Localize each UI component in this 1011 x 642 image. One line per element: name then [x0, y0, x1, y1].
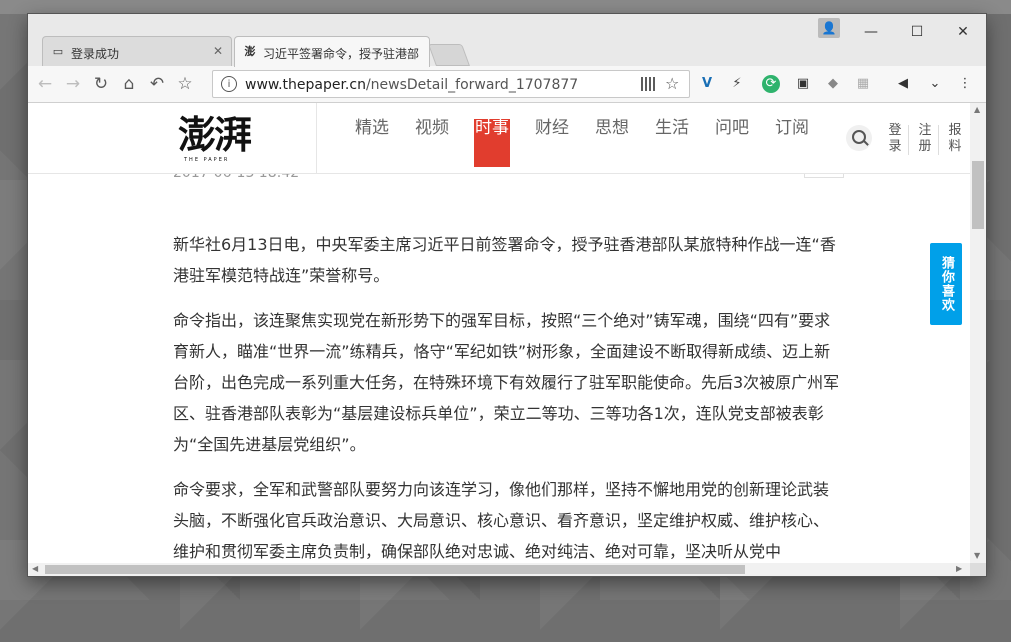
register-link[interactable]: 注册	[918, 123, 932, 155]
article-paragraph: 命令指出，该连聚焦实现党在新形势下的强军目标，按照“三个绝对”铸军魂，围绕“四有…	[173, 311, 840, 454]
browser-window: ▭ 登录成功 ✕ 澎 习近平签署命令，授予驻港部 👤 — ☐ ✕ ← → ↻ ⌂…	[28, 14, 986, 576]
nav-sixiang[interactable]: 思想	[594, 119, 630, 167]
menu-kebab-icon[interactable]: ⋮	[956, 75, 974, 93]
site-header: 澎湃 THE PAPER 精选 视频 时事 财经 思想 生活 问吧 订阅 登录 …	[28, 103, 970, 174]
nav-caijing[interactable]: 财经	[534, 119, 570, 167]
horizontal-scrollbar[interactable]: ◀ ▶	[28, 563, 970, 576]
scroll-right-icon[interactable]: ▶	[956, 564, 962, 573]
close-window-icon[interactable]: ✕	[940, 20, 986, 44]
url-path: /newsDetail_forward_1707877	[365, 77, 579, 93]
address-bar[interactable]: i www.thepaper.cn/newsDetail_forward_170…	[212, 70, 690, 98]
url-text[interactable]: www.thepaper.cn/newsDetail_forward_17078…	[245, 77, 578, 93]
extension-badge-icon[interactable]: ▣	[794, 75, 812, 93]
bookmark-star-icon[interactable]: ☆	[174, 73, 196, 95]
scroll-up-icon[interactable]: ▲	[974, 105, 980, 114]
tab-label: 习近平签署命令，授予驻港部	[263, 47, 420, 61]
page-icon: ▭	[52, 45, 64, 58]
article-paragraph: 新华社6月13日电，中央军委主席习近平日前签署命令，授予驻香港部队某旅特种作战一…	[173, 235, 836, 285]
article-paragraph: 命令要求，全军和武警部队要努力向该连学习，像他们那样，坚持不懈地用党的创新理论武…	[173, 480, 830, 561]
tab-article[interactable]: 澎 习近平签署命令，授予驻港部	[234, 36, 430, 67]
nav-shenghuo[interactable]: 生活	[654, 119, 690, 167]
scroll-left-icon[interactable]: ◀	[32, 564, 38, 573]
home-icon[interactable]: ⌂	[118, 73, 140, 95]
extension-v-icon[interactable]: V	[698, 75, 716, 93]
scroll-corner	[970, 563, 986, 576]
tab-close-icon[interactable]: ✕	[213, 44, 223, 58]
horizontal-scroll-thumb[interactable]	[45, 565, 745, 574]
back-icon[interactable]: ←	[34, 73, 56, 95]
article-body: 新华社6月13日电，中央军委主席习近平日前签署命令，授予驻香港部队某旅特种作战一…	[173, 229, 841, 563]
guess-you-like-tab[interactable]: 猜你喜欢	[930, 243, 962, 325]
nav-wenba[interactable]: 问吧	[714, 119, 750, 167]
new-tab-button[interactable]	[427, 44, 471, 66]
vertical-scrollbar[interactable]: ▲ ▼	[970, 103, 986, 563]
search-icon[interactable]	[846, 125, 872, 151]
link-separator	[938, 125, 939, 155]
thepaper-icon: 澎	[244, 45, 256, 58]
extension-cube-icon[interactable]: ◆	[824, 75, 842, 93]
thepaper-logo[interactable]: 澎湃 THE PAPER	[178, 115, 270, 165]
reload-icon[interactable]: ↻	[90, 73, 112, 95]
scroll-down-icon[interactable]: ▼	[974, 551, 980, 560]
browser-toolbar: ← → ↻ ⌂ ↶ ☆ i www.thepaper.cn/newsDetail…	[28, 66, 986, 103]
page-viewport: 澎湃 THE PAPER 精选 视频 时事 财经 思想 生活 问吧 订阅 登录 …	[28, 103, 970, 563]
tab-login-success[interactable]: ▭ 登录成功 ✕	[42, 36, 232, 66]
header-divider	[316, 103, 317, 173]
forward-icon[interactable]: →	[62, 73, 84, 95]
logo-text: 澎湃	[178, 112, 252, 157]
tab-label: 登录成功	[71, 47, 120, 61]
chevron-down-icon[interactable]: ⌄	[926, 75, 944, 93]
login-link[interactable]: 登录	[888, 123, 902, 155]
report-link[interactable]: 报料	[948, 123, 962, 155]
undo-icon[interactable]: ↶	[146, 73, 168, 95]
link-separator	[908, 125, 909, 155]
nav-dingyue[interactable]: 订阅	[774, 119, 810, 167]
nav-jingxuan[interactable]: 精选	[354, 119, 390, 167]
minimize-icon[interactable]: —	[848, 20, 894, 44]
volume-icon[interactable]: ◀	[894, 75, 912, 93]
extension-green-icon[interactable]: ⟳	[762, 75, 780, 93]
nav-shipin[interactable]: 视频	[414, 119, 450, 167]
maximize-icon[interactable]: ☐	[894, 20, 940, 44]
info-icon[interactable]: i	[221, 76, 237, 92]
extension-grey-icon[interactable]: ▦	[854, 75, 872, 93]
nav-shishi[interactable]: 时事	[474, 119, 510, 167]
vertical-scroll-thumb[interactable]	[972, 161, 984, 229]
profile-icon[interactable]: 👤	[818, 18, 840, 38]
qr-code-icon[interactable]	[641, 77, 655, 91]
desktop-background	[0, 0, 1011, 14]
extension-chart-icon[interactable]: ⚡	[728, 75, 746, 93]
url-host: www.thepaper.cn	[245, 77, 366, 93]
star-icon[interactable]: ☆	[665, 74, 679, 93]
title-bar: ▭ 登录成功 ✕ 澎 习近平签署命令，授予驻港部 👤 — ☐ ✕	[28, 14, 986, 67]
logo-subtext: THE PAPER	[184, 157, 230, 163]
